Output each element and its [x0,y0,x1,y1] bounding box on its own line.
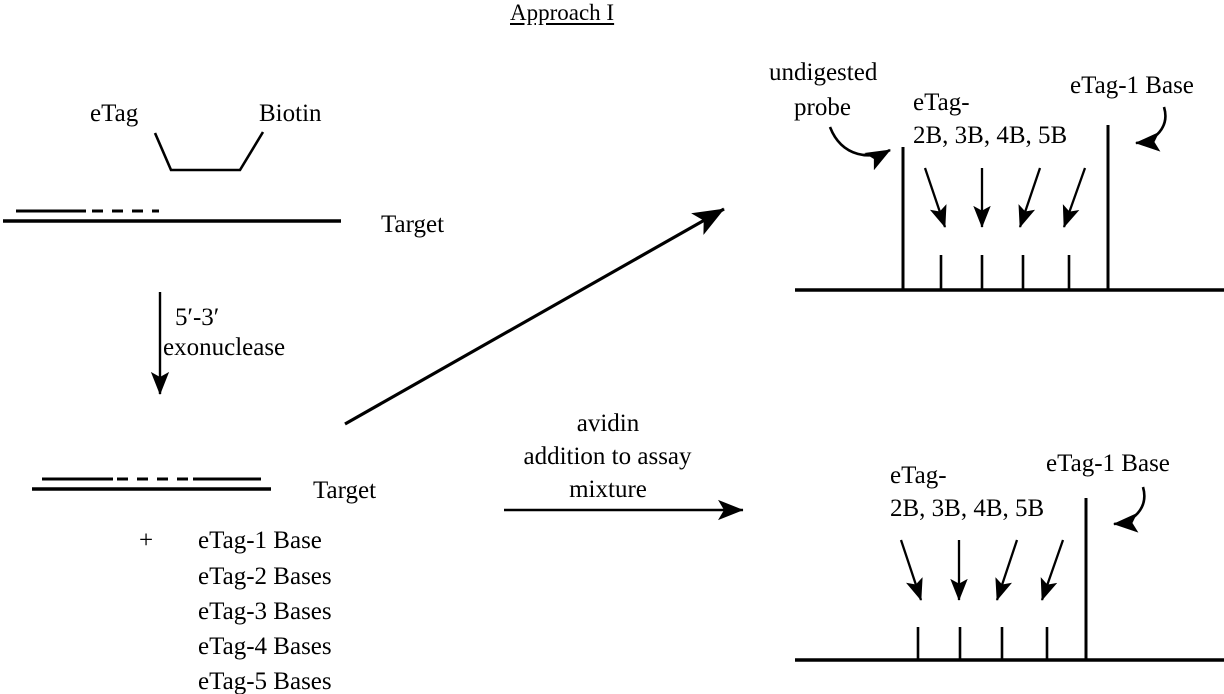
diagonal-arrow-to-top-trace [344,207,725,426]
bottom-etag-multi-label-line1: eTag- [890,462,947,489]
top-etag-multi-label-line1: eTag- [913,89,970,116]
bottom-pointer-etag-1-base [1112,486,1146,533]
product-item-1: eTag-1 Base [198,527,322,554]
top-undigested-probe-label-line2: probe [794,94,851,121]
bottom-etag-1-base-label: eTag-1 Base [1046,450,1170,477]
product-item-2: eTag-2 Bases [198,563,332,590]
plus-sign: + [139,527,154,554]
top-etag-1-base-label: eTag-1 Base [1070,72,1194,99]
top-undigested-probe-label-line1: undigested [769,59,878,86]
top-pointer-undigested-probe [828,126,891,171]
bottom-etag-multi-label-line2: 2B, 3B, 4B, 5B [890,495,1045,522]
etag-label: eTag [90,100,139,127]
bottom-pointer-etag-5b [1040,539,1065,601]
avidin-caption-line3: mixture [569,476,647,503]
product-item-5: eTag-5 Bases [198,668,332,694]
bottom-pointer-etag-4b [995,539,1019,601]
approach-i-figure: Approach I eTag Biotin Target 5′-3′ exon… [0,0,1224,694]
biotin-label: Biotin [259,100,322,127]
top-pointer-etag-2b [923,167,947,228]
product-item-4: eTag-4 Bases [198,633,332,660]
avidin-caption-line1: avidin [576,410,640,437]
duplex-digested [32,477,271,491]
top-pointer-etag-4b [1018,167,1042,228]
bottom-pointer-etag-2b [899,539,923,601]
target-label-intact: Target [381,211,445,238]
probe-linker-shape [153,131,265,172]
top-etag-multi-label-line2: 2B, 3B, 4B, 5B [913,122,1068,149]
duplex-intact [3,209,341,223]
exonuclease-caption-line1: 5′-3′ [175,304,220,331]
target-label-digested: Target [313,477,377,504]
product-item-3: eTag-3 Bases [198,598,332,625]
top-pointer-etag-5b [1062,167,1087,228]
page-title: Approach I [510,0,615,25]
top-pointer-etag-1-base [1134,106,1167,152]
exonuclease-caption-line2: exonuclease [163,334,286,361]
avidin-caption-line2: addition to assay [523,443,692,470]
